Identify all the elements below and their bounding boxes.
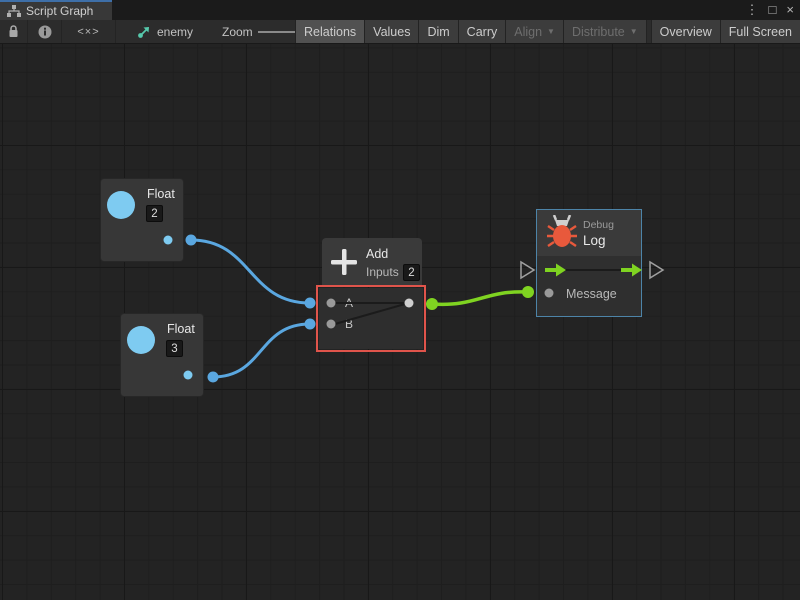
debug-node-header: Debug Log	[537, 210, 641, 256]
code-view-icon: <×>	[77, 26, 99, 38]
debug-log-node[interactable]: Debug Log Message	[536, 209, 642, 317]
graph-asset-name: enemy	[157, 25, 193, 39]
maximize-icon[interactable]: □	[769, 0, 777, 20]
info-icon	[38, 25, 52, 39]
node-category: Debug	[583, 219, 614, 231]
overview-button[interactable]: Overview	[651, 20, 720, 43]
graph-toolbar: <×> enemy Zoom 1x Relations Values Dim C…	[0, 20, 800, 44]
graph-icon	[7, 5, 21, 17]
script-graph-window: Script Graph ⋮ □ × <×>	[0, 0, 800, 600]
distribute-dropdown[interactable]: Distribute ▼	[563, 20, 646, 43]
float-node-2[interactable]: Float 3	[120, 313, 204, 397]
tab-script-graph[interactable]: Script Graph	[0, 0, 112, 20]
chevron-down-icon: ▼	[630, 27, 638, 36]
values-toggle[interactable]: Values	[364, 20, 418, 43]
graph-asset[interactable]: enemy	[137, 20, 193, 43]
title-bar: Script Graph ⋮ □ ×	[0, 0, 800, 20]
float-type-icon	[107, 191, 135, 219]
close-icon[interactable]: ×	[786, 0, 794, 20]
add-node-ports[interactable]: A B	[319, 288, 423, 349]
plus-icon	[331, 249, 357, 275]
info-button[interactable]	[28, 20, 62, 43]
relations-toggle[interactable]: Relations	[295, 20, 364, 43]
chevron-down-icon: ▼	[547, 27, 555, 36]
zoom-label: Zoom	[222, 20, 253, 43]
node-title: Log	[583, 233, 606, 248]
inputs-count-input[interactable]: 2	[403, 264, 420, 281]
node-title: Float	[167, 322, 195, 336]
float-value-input[interactable]: 3	[166, 340, 183, 357]
lock-icon	[8, 25, 19, 38]
port-label-message: Message	[566, 287, 617, 301]
dim-toggle[interactable]: Dim	[418, 20, 457, 43]
tab-title: Script Graph	[26, 4, 93, 18]
node-title: Add	[366, 247, 388, 261]
node-title: Float	[147, 187, 175, 201]
port-label-b: B	[345, 317, 353, 331]
align-dropdown[interactable]: Align ▼	[505, 20, 563, 43]
node-subtitle: Inputs	[366, 265, 399, 279]
fullscreen-button[interactable]: Full Screen	[720, 20, 800, 43]
port-label-a: A	[345, 296, 353, 310]
add-node-header[interactable]: Add Inputs 2	[322, 238, 422, 287]
carry-toggle[interactable]: Carry	[458, 20, 506, 43]
bug-icon	[546, 215, 578, 249]
float-node-1[interactable]: Float 2	[100, 178, 184, 262]
lock-button[interactable]	[0, 20, 28, 43]
float-value-input[interactable]: 2	[146, 205, 163, 222]
float-type-icon	[127, 326, 155, 354]
code-view-button[interactable]: <×>	[62, 20, 116, 43]
window-menu-icon[interactable]: ⋮	[746, 0, 759, 20]
graph-asset-icon	[137, 25, 151, 39]
